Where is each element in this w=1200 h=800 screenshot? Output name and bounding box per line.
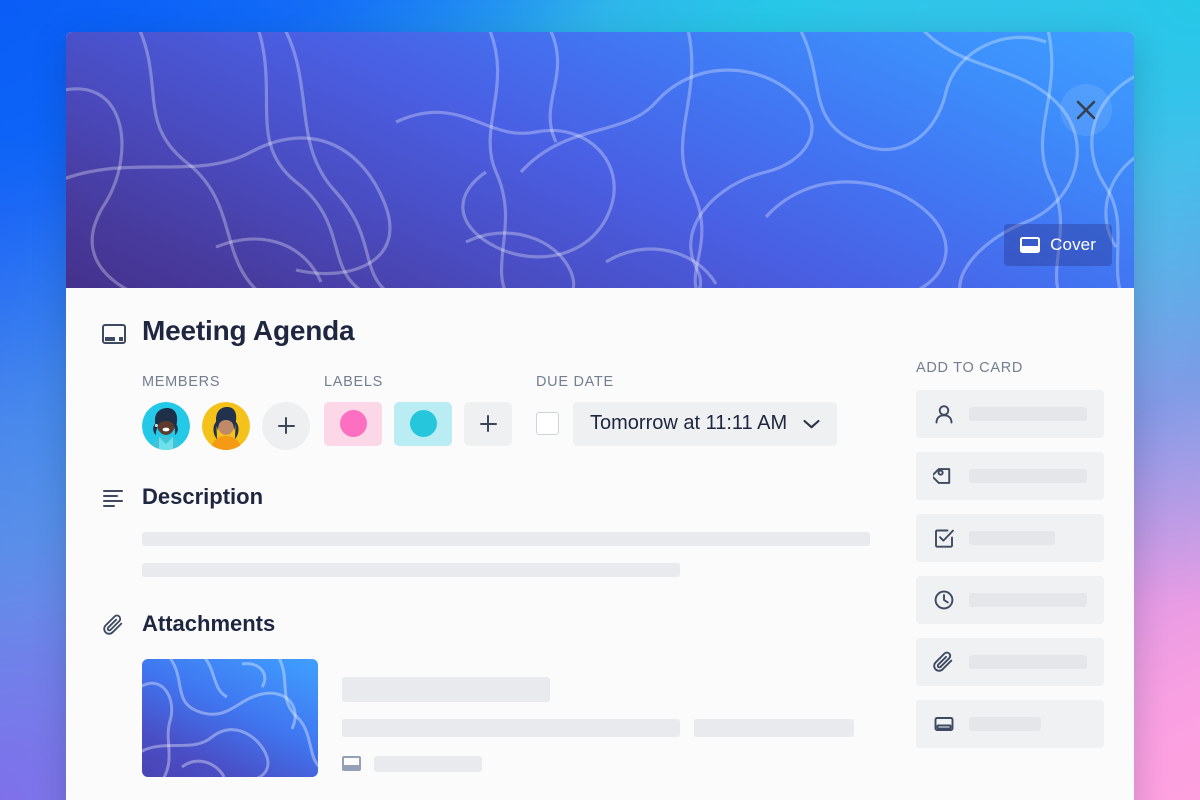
attachment-name-placeholder — [342, 676, 550, 702]
description-header: Description — [102, 484, 263, 510]
add-to-card-panel: ADD TO CARD — [916, 360, 1104, 762]
paperclip-icon — [103, 614, 123, 635]
attachment-thumbnail-pattern — [142, 658, 318, 777]
member-avatar-2[interactable] — [202, 401, 250, 450]
clock-icon — [934, 590, 954, 610]
checklist-icon — [935, 529, 954, 548]
close-button[interactable] — [1060, 84, 1112, 136]
avatar — [142, 401, 190, 450]
close-icon — [1076, 100, 1096, 120]
description-line — [142, 562, 680, 577]
add-checklist-item[interactable] — [916, 514, 1104, 562]
add-attachment-item[interactable] — [916, 638, 1104, 686]
item-placeholder — [969, 531, 1055, 545]
tag-icon — [933, 468, 951, 484]
add-member-button[interactable] — [262, 401, 310, 450]
chevron-down-icon — [803, 419, 820, 428]
add-cover-item[interactable] — [916, 700, 1104, 748]
avatar — [202, 401, 250, 450]
label-dot — [339, 410, 367, 438]
attachments-header: Attachments — [102, 611, 275, 637]
card-title-row: Meeting Agenda — [102, 314, 1104, 348]
attachments-heading: Attachments — [142, 610, 276, 636]
due-date-heading: DUE DATE — [536, 373, 614, 390]
members-heading: MEMBERS — [142, 373, 221, 390]
labels-heading: LABELS — [324, 373, 384, 390]
due-date-row: Tomorrow at 11:11 AM — [536, 401, 896, 446]
item-placeholder — [969, 407, 1087, 421]
attachment-cover-placeholder — [374, 755, 482, 772]
card-body: Meeting Agenda MEMBERS LABELS DUE DATE T… — [66, 288, 1134, 777]
card-detail-modal: Cover Meeting Agenda MEMBERS LABELS DUE … — [66, 32, 1134, 800]
due-date-section: DUE DATE Tomorrow at 11:11 AM — [536, 374, 896, 446]
plus-icon — [479, 415, 497, 433]
card-cover: Cover — [66, 32, 1134, 288]
cover-pattern — [66, 32, 1134, 288]
description-heading: Description — [142, 483, 264, 509]
add-labels-item[interactable] — [916, 452, 1104, 500]
members-section: MEMBERS — [142, 374, 324, 450]
item-placeholder — [969, 717, 1041, 731]
person-icon — [935, 405, 953, 424]
due-date-value: Tomorrow at 11:11 AM — [590, 412, 788, 435]
cover-icon — [342, 756, 361, 772]
label-chip-pink[interactable] — [324, 401, 382, 446]
item-placeholder — [969, 469, 1087, 483]
card-icon — [102, 324, 126, 344]
labels-section: LABELS — [324, 374, 536, 446]
page-title: Meeting Agenda — [142, 315, 355, 346]
cover-icon — [934, 717, 954, 731]
labels-chips — [324, 401, 536, 446]
attachment-thumbnail[interactable] — [142, 658, 318, 777]
due-date-checkbox[interactable] — [536, 412, 559, 436]
label-chip-cyan[interactable] — [394, 401, 452, 446]
attachment-meta-placeholder — [342, 718, 680, 737]
description-line — [142, 531, 870, 546]
member-avatar-1[interactable] — [142, 401, 190, 450]
cover-button[interactable]: Cover — [1004, 224, 1112, 266]
attachment-meta-placeholder — [694, 718, 854, 737]
members-chips — [142, 401, 324, 450]
add-due-date-item[interactable] — [916, 576, 1104, 624]
item-placeholder — [969, 655, 1087, 669]
plus-icon — [277, 417, 295, 435]
cover-button-label: Cover — [1050, 235, 1096, 254]
paperclip-icon — [933, 651, 953, 672]
cover-icon — [1020, 237, 1041, 253]
due-date-button[interactable]: Tomorrow at 11:11 AM — [573, 401, 838, 446]
add-label-button[interactable] — [464, 401, 512, 446]
item-placeholder — [969, 593, 1087, 607]
add-members-item[interactable] — [916, 390, 1104, 438]
label-dot — [409, 410, 437, 438]
add-to-card-heading: ADD TO CARD — [916, 360, 1024, 376]
description-lines-icon — [102, 490, 124, 508]
